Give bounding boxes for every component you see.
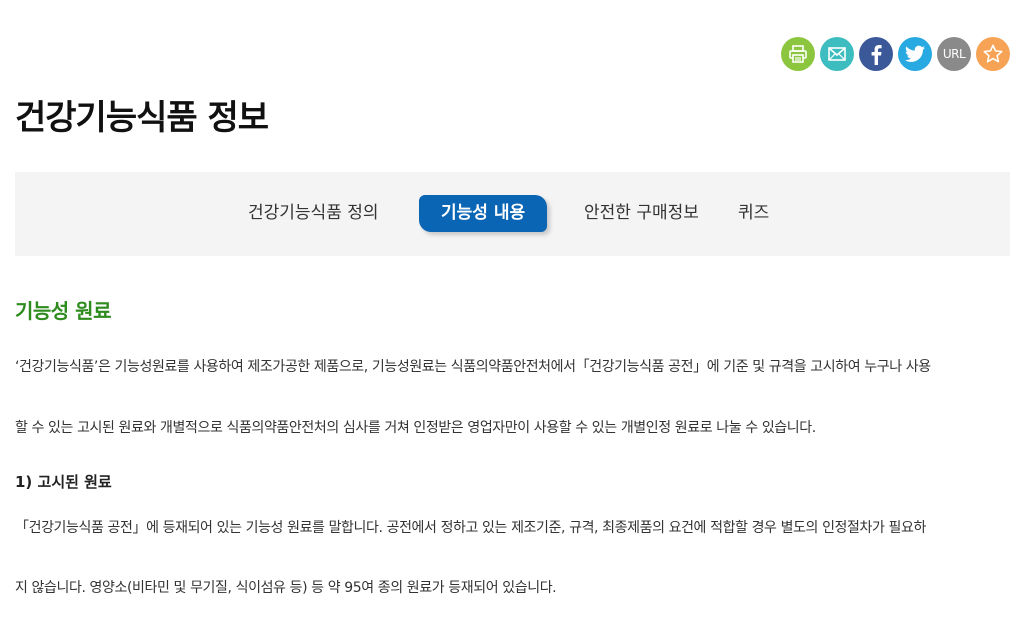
email-button[interactable] bbox=[820, 37, 854, 71]
star-icon bbox=[983, 44, 1003, 63]
facebook-icon bbox=[871, 45, 882, 65]
tab-safe-purchase-info[interactable]: 안전한 구매정보 bbox=[584, 195, 699, 232]
tab-health-food-definition[interactable]: 건강기능식품 정의 bbox=[248, 195, 379, 232]
notified-paragraph-line-1: 「건강기능식품 공전」에 등재되어 있는 기능성 원료를 말합니다. 공전에서 … bbox=[15, 520, 926, 536]
intro-paragraph-line-2: 할 수 있는 고시된 원료와 개별적으로 식품의약품안전처의 심사를 거쳐 인정… bbox=[15, 420, 816, 436]
mail-icon bbox=[828, 47, 846, 61]
tab-functionality[interactable]: 기능성 내용 bbox=[419, 195, 548, 232]
section-heading: 기능성 원료 bbox=[15, 299, 111, 323]
twitter-button[interactable] bbox=[898, 37, 932, 71]
intro-paragraph-line-1: ‘건강기능식품’은 기능성원료를 사용하여 제조가공한 제품으로, 기능성원료는… bbox=[15, 359, 931, 375]
subheading-notified-ingredients: 1) 고시된 원료 bbox=[15, 473, 112, 491]
tab-quiz[interactable]: 퀴즈 bbox=[738, 195, 769, 232]
print-button[interactable] bbox=[781, 37, 815, 71]
print-icon bbox=[789, 45, 807, 63]
url-icon: URL bbox=[942, 47, 966, 61]
notified-paragraph-line-2: 지 않습니다. 영양소(비타민 및 무기질, 식이섬유 등) 등 약 95여 종… bbox=[15, 580, 557, 596]
page-title: 건강기능식품 정보 bbox=[15, 98, 269, 138]
tab-navigation: 건강기능식품 정의 기능성 내용 안전한 구매정보 퀴즈 bbox=[15, 172, 1010, 256]
twitter-icon bbox=[905, 45, 925, 62]
url-copy-button[interactable]: URL bbox=[937, 37, 971, 71]
share-bar: URL bbox=[781, 37, 1010, 71]
favorite-button[interactable] bbox=[976, 37, 1010, 71]
facebook-button[interactable] bbox=[859, 37, 893, 71]
